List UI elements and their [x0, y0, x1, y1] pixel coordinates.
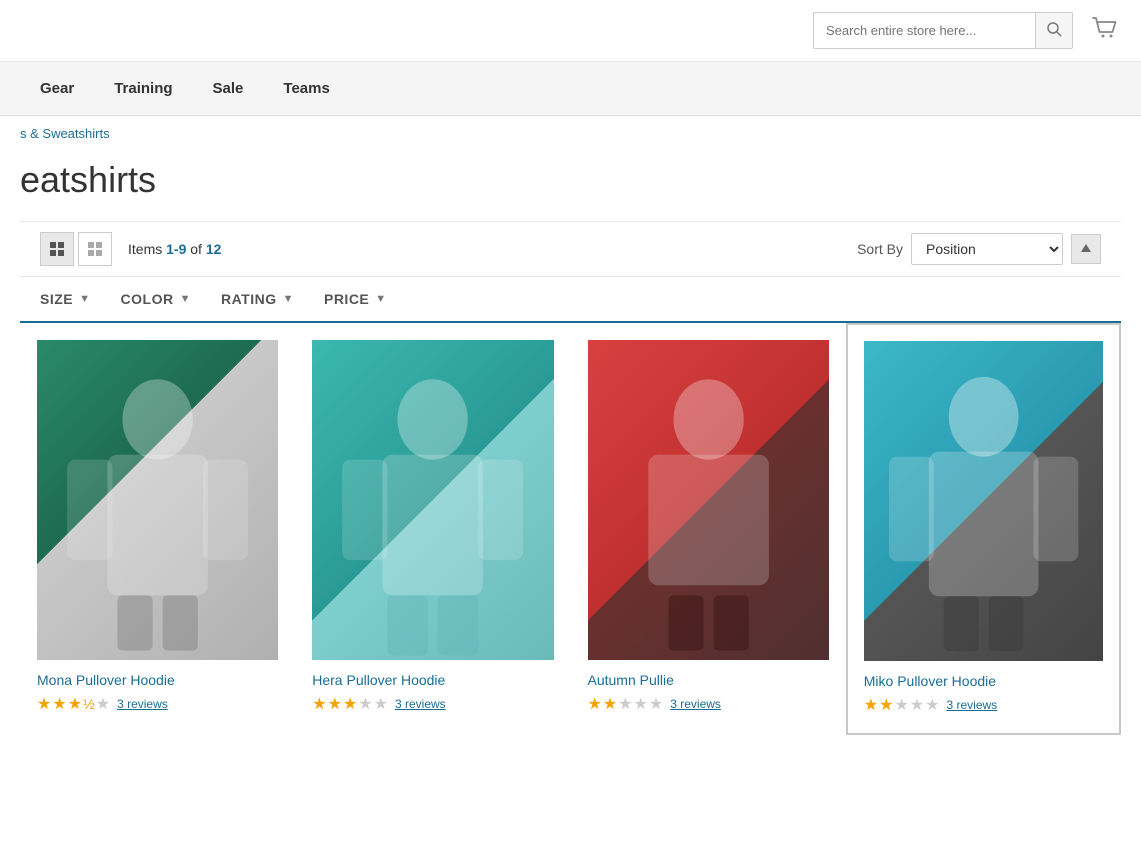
list-icon: [87, 241, 103, 257]
view-toggles: [40, 232, 112, 266]
product-name-autumn[interactable]: Autumn Pullie: [588, 672, 829, 688]
cart-button[interactable]: [1089, 12, 1121, 49]
review-count-mona[interactable]: 3 reviews: [117, 697, 168, 711]
stars-hera: ★★★★★ 3 reviews: [312, 694, 553, 714]
review-count-autumn[interactable]: 3 reviews: [670, 697, 721, 711]
chevron-down-icon: ▼: [79, 293, 90, 305]
items-count: Items 1-9 of 12: [128, 241, 221, 257]
product-name-hera[interactable]: Hera Pullover Hoodie: [312, 672, 553, 688]
nav-item-teams[interactable]: Teams: [263, 62, 349, 115]
chevron-down-icon: ▼: [283, 293, 294, 305]
breadcrumb-link[interactable]: s & Sweatshirts: [20, 126, 110, 141]
chevron-down-icon: ▼: [180, 293, 191, 305]
product-name-mona[interactable]: Mona Pullover Hoodie: [37, 672, 278, 688]
nav-item-sale[interactable]: Sale: [193, 62, 264, 115]
stars-autumn: ★★★★★ 3 reviews: [588, 694, 829, 714]
search-icon: [1046, 21, 1062, 37]
stars-miko: ★★★★★ 3 reviews: [864, 695, 1103, 715]
star-rating-mona: ★★★½★: [37, 694, 111, 714]
items-range: 1-9: [166, 241, 186, 257]
filter-color-button[interactable]: COLOR ▼: [121, 291, 191, 307]
cart-icon: [1089, 12, 1121, 44]
search-wrapper: [813, 12, 1073, 49]
filter-price-label: PRICE: [324, 291, 369, 307]
main-nav: Gear Training Sale Teams: [0, 62, 1141, 116]
stars-mona: ★★★½★ 3 reviews: [37, 694, 278, 714]
filter-rating-button[interactable]: RATING ▼: [221, 291, 294, 307]
sort-label: Sort By: [857, 241, 903, 257]
sort-select[interactable]: Position Product Name Price Rating: [911, 233, 1063, 265]
product-figure-autumn: [588, 340, 829, 660]
product-card-miko[interactable]: Miko Pullover Hoodie ★★★★★ 3 reviews: [846, 323, 1121, 735]
search-button[interactable]: [1035, 13, 1072, 48]
breadcrumb: s & Sweatshirts: [0, 116, 1141, 151]
product-image-miko: [864, 341, 1103, 661]
product-card-mona[interactable]: Mona Pullover Hoodie ★★★½★ 3 reviews: [20, 323, 295, 735]
product-card-autumn[interactable]: Autumn Pullie ★★★★★ 3 reviews: [571, 323, 846, 735]
items-total: 12: [206, 241, 222, 257]
sort-wrapper: Sort By Position Product Name Price Rati…: [857, 233, 1101, 265]
top-bar: [0, 0, 1141, 62]
product-image-autumn: [588, 340, 829, 660]
product-card-hera[interactable]: Hera Pullover Hoodie ★★★★★ 3 reviews: [295, 323, 570, 735]
page-title: eatshirts: [0, 151, 1141, 221]
products-grid: Mona Pullover Hoodie ★★★½★ 3 reviews Her…: [20, 323, 1121, 735]
filter-size-button[interactable]: SIZE ▼: [40, 291, 91, 307]
product-figure-miko: [864, 342, 1103, 661]
list-view-button[interactable]: [78, 232, 112, 266]
product-figure-hera: [312, 340, 553, 660]
filter-price-button[interactable]: PRICE ▼: [324, 291, 387, 307]
filter-size-label: SIZE: [40, 291, 73, 307]
star-rating-miko: ★★★★★: [864, 695, 941, 715]
grid-view-button[interactable]: [40, 232, 74, 266]
grid-icon: [49, 241, 65, 257]
product-figure-mona: [37, 340, 278, 660]
star-rating-hera: ★★★★★: [312, 694, 389, 714]
search-input[interactable]: [814, 15, 1035, 46]
review-count-hera[interactable]: 3 reviews: [395, 697, 446, 711]
nav-item-gear[interactable]: Gear: [20, 62, 94, 115]
nav-item-training[interactable]: Training: [94, 62, 192, 115]
toolbar: Items 1-9 of 12 Sort By Position Product…: [20, 221, 1121, 277]
product-image-mona: [37, 340, 278, 660]
filter-color-label: COLOR: [121, 291, 174, 307]
product-name-miko[interactable]: Miko Pullover Hoodie: [864, 673, 1103, 689]
filter-rating-label: RATING: [221, 291, 277, 307]
product-image-hera: [312, 340, 553, 660]
chevron-down-icon: ▼: [375, 293, 386, 305]
sort-direction-button[interactable]: [1071, 234, 1101, 264]
filters-bar: SIZE ▼ COLOR ▼ RATING ▼ PRICE ▼: [20, 277, 1121, 323]
review-count-miko[interactable]: 3 reviews: [946, 698, 997, 712]
sort-asc-icon: [1079, 242, 1093, 256]
star-rating-autumn: ★★★★★: [588, 694, 665, 714]
